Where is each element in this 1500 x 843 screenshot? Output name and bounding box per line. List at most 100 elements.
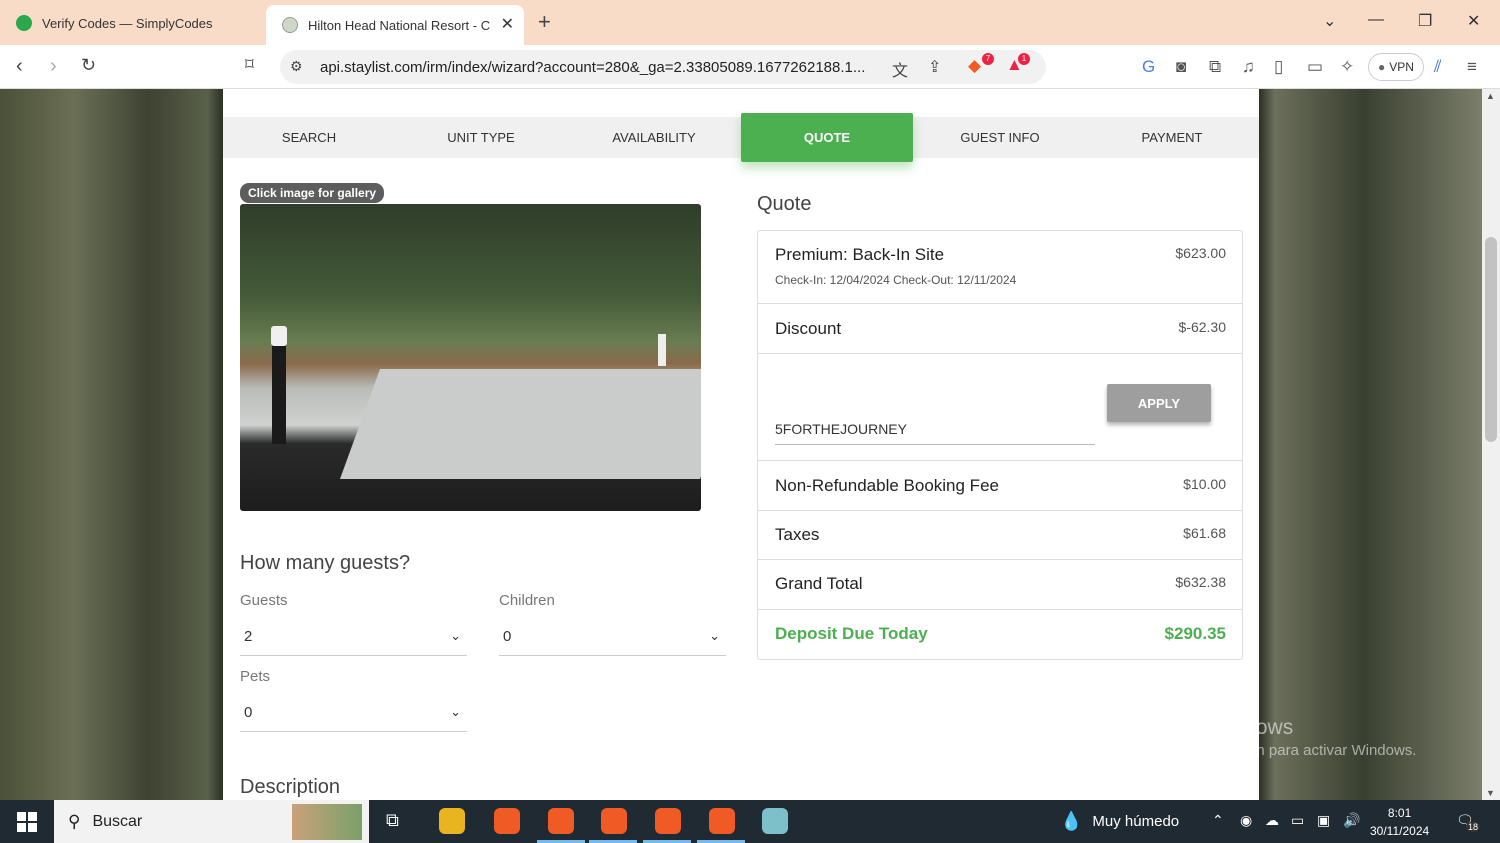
taskbar-search[interactable]: ⚲ Buscar	[54, 800, 369, 843]
children-label: Children	[499, 592, 555, 609]
close-tab-icon[interactable]: ✕	[501, 14, 514, 34]
children-value: 0	[503, 628, 512, 645]
share-icon[interactable]: ⇪	[928, 57, 941, 77]
menu-icon[interactable]: ≡	[1467, 57, 1477, 77]
brave-profile-icon[interactable]	[709, 808, 735, 834]
windows-start-icon[interactable]	[17, 812, 37, 832]
step-guest-info[interactable]: GUEST INFO	[914, 117, 1086, 158]
stay-dates: Check-In: 12/04/2024 Check-Out: 12/11/20…	[775, 273, 1017, 287]
site-post	[658, 334, 666, 366]
extension-stripes-icon[interactable]: ⫽	[1434, 57, 1442, 77]
notepad-icon[interactable]	[762, 808, 788, 834]
shields-badge: 7	[982, 53, 994, 65]
weather-widget[interactable]: 💧 Muy húmedo	[1060, 811, 1179, 832]
guests-title: How many guests?	[240, 552, 411, 574]
show-hidden-icons-icon[interactable]: ⌃	[1212, 812, 1224, 829]
site-photo[interactable]	[240, 204, 701, 511]
vpn-button[interactable]: ● VPN	[1368, 53, 1424, 81]
system-clock[interactable]: 8:01 30/11/2024	[1370, 804, 1429, 840]
media-icon[interactable]: ♫	[1242, 57, 1255, 77]
booking-wizard: SEARCH UNIT TYPE AVAILABILITY QUOTE GUES…	[223, 89, 1259, 800]
reload-icon[interactable]: ↻	[81, 55, 96, 76]
pets-select[interactable]: 0 ⌄	[240, 696, 467, 732]
page-scrollbar[interactable]: ▲ ▼	[1482, 89, 1500, 800]
scroll-up-icon[interactable]: ▲	[1486, 91, 1495, 101]
forward-icon[interactable]: ›	[50, 55, 57, 78]
scrollbar-thumb[interactable]	[1485, 237, 1497, 442]
step-unit-type[interactable]: UNIT TYPE	[395, 117, 567, 158]
total-amount: $632.38	[1175, 574, 1226, 590]
step-payment[interactable]: PAYMENT	[1086, 117, 1258, 158]
extension-robot-icon[interactable]: ◙	[1176, 57, 1186, 77]
windows-activation-watermark: Activar Windows Ve a Configuración para …	[1138, 716, 1416, 759]
simplycodes-favicon-icon	[16, 15, 32, 31]
brave-shields-icon[interactable]: ◆	[968, 56, 981, 76]
url-text[interactable]: api.staylist.com/irm/index/wizard?accoun…	[320, 59, 880, 76]
total-label: Grand Total	[775, 574, 863, 593]
google-translate-icon[interactable]: G	[1142, 57, 1155, 77]
guests-select[interactable]: 2 ⌄	[240, 620, 467, 656]
step-quote[interactable]: QUOTE	[741, 113, 913, 162]
search-text: Buscar	[92, 812, 143, 830]
volume-icon[interactable]: 🔊	[1343, 812, 1360, 829]
tab-verify-codes[interactable]: Verify Codes — SimplyCodes	[0, 5, 262, 41]
browser-toolbar: ‹ › ↻ ⌑ ⚙ api.staylist.com/irm/index/wiz…	[0, 45, 1500, 89]
leo-ai-icon[interactable]: ✧	[1340, 57, 1354, 77]
chevron-down-icon: ⌄	[450, 704, 461, 719]
site-info-icon[interactable]: ⚙	[290, 58, 303, 75]
scroll-down-icon[interactable]: ▼	[1486, 788, 1495, 798]
address-bar[interactable]: ⚙ api.staylist.com/irm/index/wizard?acco…	[280, 50, 1046, 84]
clock-date: 30/11/2024	[1370, 824, 1430, 838]
fee-label: Non-Refundable Booking Fee	[775, 476, 999, 495]
clock-time: 8:01	[1387, 806, 1412, 820]
step-search[interactable]: SEARCH	[223, 117, 395, 158]
onedrive-icon[interactable]: ☁	[1265, 812, 1279, 829]
brave-browser-icon[interactable]	[494, 808, 520, 834]
gallery-hint[interactable]: Click image for gallery	[240, 183, 385, 203]
bookmark-icon[interactable]: ⌑	[245, 55, 254, 75]
task-view-icon[interactable]: ⧉	[386, 810, 399, 831]
pets-label: Pets	[240, 668, 271, 685]
tab-title: Verify Codes — SimplyCodes	[42, 15, 213, 31]
back-icon[interactable]: ‹	[16, 55, 23, 78]
chevron-down-icon: ⌄	[450, 628, 461, 643]
network-icon[interactable]: ▣	[1317, 812, 1330, 829]
promo-row: 5FORTHEJOURNEY APPLY	[758, 354, 1242, 461]
file-explorer-icon[interactable]	[439, 808, 465, 834]
power-icon[interactable]: ▭	[1291, 812, 1304, 829]
browser-tab-bar: Verify Codes — SimplyCodes Hilton Head N…	[0, 0, 1500, 45]
translate-icon[interactable]: 文	[892, 57, 908, 81]
guests-value: 2	[244, 628, 253, 645]
wallet-icon[interactable]: ▭	[1307, 57, 1323, 77]
restore-icon[interactable]: ❐	[1418, 11, 1432, 31]
new-tab-icon[interactable]: +	[538, 9, 551, 35]
deposit-label: Deposit Due Today	[775, 624, 928, 643]
discount-amount: $-62.30	[1178, 319, 1226, 335]
extensions-icon[interactable]: ⧉	[1209, 57, 1221, 77]
raindrop-icon: 💧	[1060, 811, 1083, 831]
minimize-icon[interactable]: —	[1368, 11, 1384, 29]
taxes-label: Taxes	[775, 525, 820, 544]
sidebar-icon[interactable]: ▯	[1274, 57, 1283, 77]
quote-panel: Premium: Back-In Site $623.00 Check-In: …	[757, 230, 1243, 660]
step-availability[interactable]: AVAILABILITY	[568, 117, 740, 158]
brave-profile-icon[interactable]	[548, 808, 574, 834]
guests-label: Guests	[240, 592, 288, 609]
taxes-amount: $61.68	[1183, 525, 1226, 541]
promo-code-input[interactable]: 5FORTHEJOURNEY	[775, 417, 1095, 445]
site-name: Premium: Back-In Site	[775, 245, 945, 264]
brave-profile-icon[interactable]	[655, 808, 681, 834]
close-window-icon[interactable]: ✕	[1467, 11, 1480, 31]
search-highlight-image	[292, 804, 362, 840]
children-select[interactable]: 0 ⌄	[499, 620, 726, 656]
fee-amount: $10.00	[1183, 476, 1226, 492]
apply-button[interactable]: APPLY	[1107, 384, 1211, 422]
site-amount: $623.00	[1175, 245, 1226, 261]
tab-search-chevron-icon[interactable]: ⌄	[1323, 11, 1336, 31]
quote-title: Quote	[757, 193, 812, 215]
tab-hilton-head[interactable]: Hilton Head National Resort - C ✕	[266, 5, 524, 45]
site-post	[271, 326, 287, 444]
meet-now-icon[interactable]: ◉	[1240, 812, 1252, 829]
brave-profile-icon[interactable]	[601, 808, 627, 834]
weather-text: Muy húmedo	[1092, 813, 1180, 830]
